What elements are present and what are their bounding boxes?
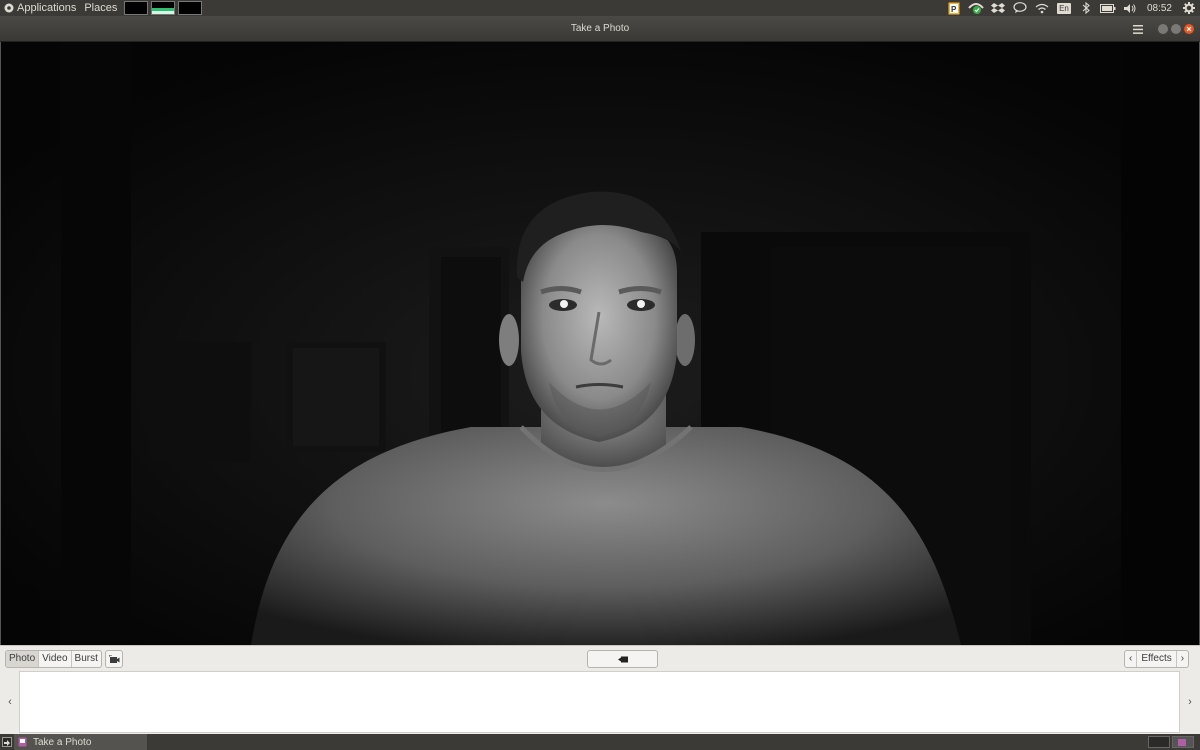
parking-indicator[interactable]: P [943, 0, 965, 16]
webcam-frame-image [1, 42, 1199, 645]
show-desktop-button[interactable] [2, 737, 12, 750]
clock[interactable]: 08:52 [1141, 3, 1178, 14]
bluetooth-icon [1082, 2, 1090, 14]
chat-icon [1013, 2, 1027, 13]
mode-selector: Photo Video Burst [5, 650, 102, 668]
wifi-icon [1035, 3, 1049, 13]
keyboard-icon: En [1057, 2, 1071, 14]
chevron-right-icon: › [1188, 695, 1192, 708]
take-photo-icon [617, 656, 628, 662]
close-icon [1186, 26, 1192, 32]
window-title: Take a Photo [570, 23, 630, 34]
memory-monitor[interactable] [151, 1, 176, 15]
show-desktop-icon [2, 737, 12, 747]
camera-preview [0, 42, 1200, 645]
chevron-left-icon: ‹ [8, 695, 12, 708]
effects-button[interactable]: Effects [1137, 651, 1177, 667]
cpu-monitor[interactable] [124, 1, 149, 15]
hamburger-menu-icon [1133, 24, 1143, 34]
dropbox-icon [990, 3, 1005, 13]
mode-burst-button[interactable]: Burst [72, 651, 101, 667]
workspace-2[interactable] [1172, 736, 1194, 748]
keyboard-indicator[interactable]: En [1053, 0, 1075, 16]
strip-scroll-left-button[interactable]: ‹ [1, 669, 19, 734]
places-menu[interactable]: Places [80, 0, 121, 16]
fullscreen-button[interactable] [105, 650, 123, 668]
messaging-indicator[interactable] [1009, 0, 1031, 16]
cheese-app-icon [18, 737, 27, 747]
thumbnail-strip: ‹ › [0, 669, 1200, 734]
dropbox-indicator[interactable] [987, 0, 1009, 16]
volume-icon [1123, 3, 1136, 13]
applications-menu[interactable]: Applications [0, 0, 80, 16]
chevron-right-icon: › [1180, 653, 1185, 664]
places-label: Places [84, 2, 118, 14]
network-monitor[interactable] [178, 1, 203, 15]
update-indicator[interactable] [965, 0, 987, 16]
system-gear-icon [1183, 2, 1195, 14]
camera-fullscreen-icon [108, 654, 119, 663]
chevron-left-icon: ‹ [1129, 653, 1133, 664]
effects-next-button[interactable]: › [1177, 651, 1188, 667]
applications-icon [4, 3, 14, 13]
network-indicator[interactable] [1031, 0, 1053, 16]
thumbnail-area[interactable] [19, 671, 1180, 733]
camera-toolbar: Photo Video Burst ‹ Effects › [0, 645, 1200, 669]
system-menu[interactable] [1178, 0, 1200, 16]
volume-indicator[interactable] [1119, 0, 1141, 16]
window-menu-button[interactable] [1128, 20, 1148, 38]
minimize-button[interactable] [1158, 24, 1168, 34]
mode-photo-button[interactable]: Photo [6, 651, 40, 667]
top-panel: Applications Places P En 08:52 [0, 0, 1200, 16]
workspace-1[interactable] [1148, 736, 1170, 748]
take-photo-button[interactable] [587, 650, 658, 668]
parking-indicator-icon: P [948, 2, 960, 14]
battery-indicator[interactable] [1097, 0, 1119, 16]
mode-video-button[interactable]: Video [39, 651, 72, 667]
update-shield-icon [968, 3, 984, 14]
bottom-panel: Take a Photo [0, 734, 1200, 750]
applications-label: Applications [17, 2, 77, 14]
maximize-button[interactable] [1171, 24, 1181, 34]
strip-scroll-right-button[interactable]: › [1181, 669, 1199, 734]
bluetooth-indicator[interactable] [1075, 0, 1097, 16]
svg-text:P: P [951, 5, 957, 14]
effects-control: ‹ Effects › [1124, 650, 1190, 668]
window-titlebar[interactable]: Take a Photo [0, 16, 1200, 42]
taskbar-item-take-a-photo[interactable]: Take a Photo [14, 734, 147, 750]
keyboard-layout-label: En [1059, 3, 1069, 13]
effects-prev-button[interactable]: ‹ [1125, 651, 1138, 667]
close-button[interactable] [1184, 24, 1194, 34]
battery-icon [1099, 3, 1116, 13]
taskbar-item-label: Take a Photo [33, 736, 92, 748]
